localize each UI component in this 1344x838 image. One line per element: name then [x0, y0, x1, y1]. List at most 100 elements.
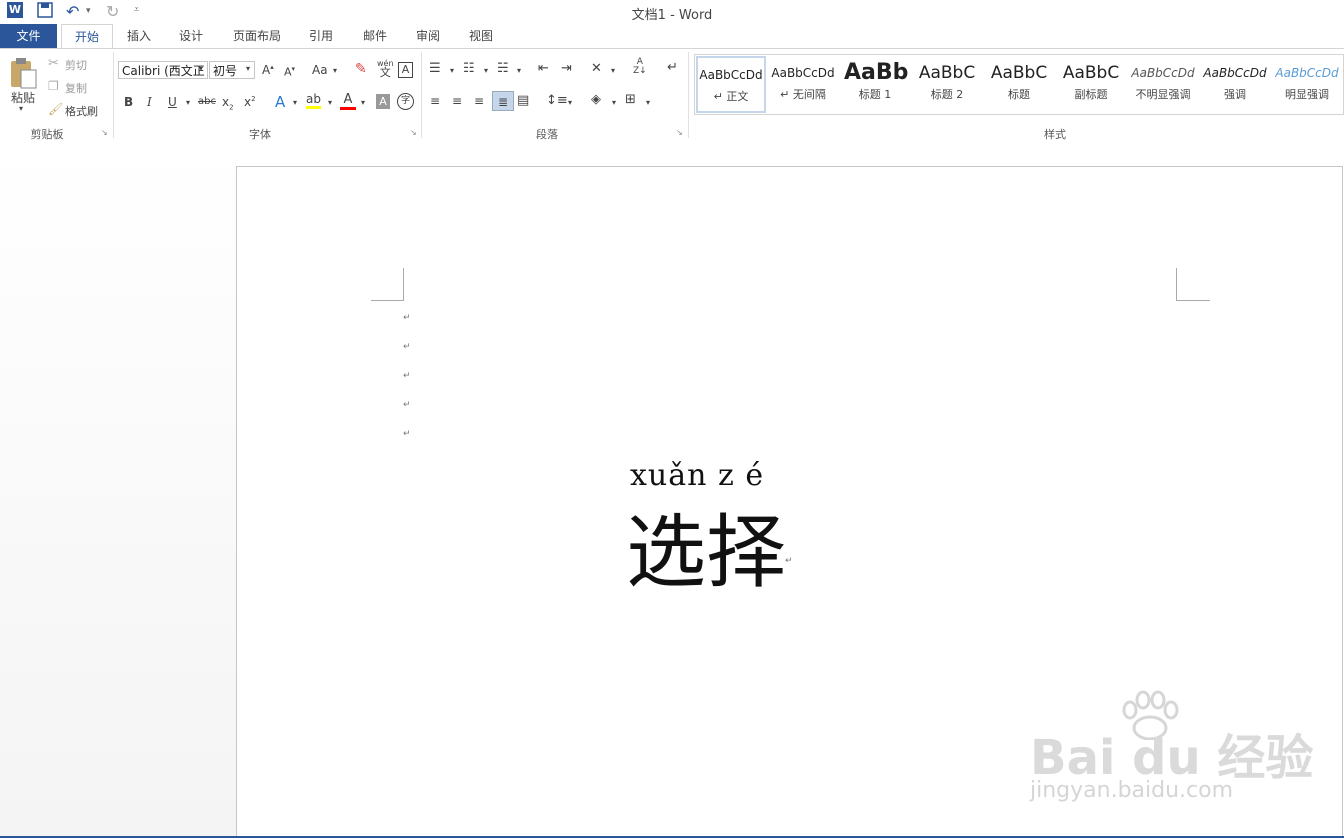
shading-icon[interactable]: ◈: [591, 92, 601, 107]
borders-dropdown-icon[interactable]: ▾: [646, 98, 650, 107]
font-color-dropdown-icon[interactable]: ▾: [361, 98, 365, 107]
highlight-dropdown-icon[interactable]: ▾: [328, 98, 332, 107]
numbering-dropdown-icon[interactable]: ▾: [484, 66, 488, 75]
shading-dropdown-icon[interactable]: ▾: [612, 98, 616, 107]
paragraph-launcher-icon[interactable]: ↘: [676, 128, 683, 137]
copy-button[interactable]: 复制: [65, 80, 87, 96]
numbering-icon[interactable]: ☷: [463, 61, 475, 76]
copy-icon: ❐: [48, 79, 59, 93]
style-sample: AaBb: [844, 60, 908, 85]
align-center-icon[interactable]: ≡: [452, 94, 462, 108]
change-case-dropdown-icon[interactable]: ▾: [333, 66, 337, 75]
group-divider: [688, 52, 689, 138]
style-emphasis[interactable]: AaBbCcDd 强调: [1200, 56, 1270, 113]
cut-button[interactable]: 剪切: [65, 57, 87, 73]
paragraph-mark: ↵: [403, 400, 411, 410]
strikethrough-icon[interactable]: abc: [198, 96, 216, 107]
format-painter-button[interactable]: 格式刷: [65, 103, 98, 119]
style-subtle-emphasis[interactable]: AaBbCcDd 不明显强调: [1128, 56, 1198, 113]
tab-references[interactable]: 引用: [300, 24, 342, 48]
styles-group-label: 样式: [1044, 128, 1066, 141]
distributed-icon[interactable]: ▤: [517, 93, 529, 108]
decrease-indent-icon[interactable]: ⇤: [538, 61, 549, 76]
paste-icon[interactable]: [8, 56, 38, 90]
tab-design[interactable]: 设计: [170, 24, 212, 48]
baidu-watermark: Bai du 经验 jingyan.baidu.com: [1030, 690, 1313, 810]
clipboard-launcher-icon[interactable]: ↘: [101, 128, 108, 137]
increase-indent-icon[interactable]: ⇥: [561, 61, 572, 76]
style-name: 明显强调: [1285, 88, 1329, 101]
font-name-dropdown-icon[interactable]: ▾: [199, 64, 203, 73]
show-marks-icon[interactable]: ↵: [667, 60, 678, 75]
paragraph-mark: ↵: [403, 371, 411, 381]
font-color-icon[interactable]: A: [340, 92, 356, 110]
chinese-layout-icon[interactable]: ✕: [591, 61, 602, 76]
style-name: ↵ 正文: [713, 90, 749, 103]
grow-font-icon[interactable]: A▴: [262, 63, 274, 77]
margin-corner-top-right: [1176, 268, 1210, 301]
paragraph-mark: ↵: [403, 313, 411, 323]
paste-dropdown-icon[interactable]: ▾: [19, 104, 23, 113]
style-name: 副标题: [1074, 88, 1108, 101]
paragraph-end-mark: ↵: [785, 556, 793, 566]
shrink-font-icon[interactable]: A▾: [284, 65, 295, 79]
justify-icon[interactable]: ≣: [492, 91, 514, 111]
phonetic-guide-button[interactable]: wén 文: [377, 59, 394, 78]
text-effects-dropdown-icon[interactable]: ▾: [293, 98, 297, 107]
paragraph-group-label: 段落: [536, 128, 558, 141]
style-sample: AaBbCcDd: [1203, 66, 1267, 80]
multilevel-list-icon[interactable]: ☵: [497, 61, 509, 76]
superscript-icon[interactable]: x2: [244, 95, 256, 109]
sort-icon[interactable]: A Z↓: [633, 58, 647, 76]
group-divider: [421, 52, 422, 138]
line-spacing-dropdown-icon[interactable]: ▾: [568, 98, 572, 107]
style-subtitle[interactable]: AaBbC 副标题: [1056, 56, 1126, 113]
change-case-button[interactable]: Aa: [312, 63, 328, 77]
bullets-dropdown-icon[interactable]: ▾: [450, 66, 454, 75]
tab-review[interactable]: 审阅: [407, 24, 449, 48]
style-no-spacing[interactable]: AaBbCcDd ↵ 无间隔: [768, 56, 838, 113]
multilevel-list-dropdown-icon[interactable]: ▾: [517, 66, 521, 75]
style-heading-2[interactable]: AaBbC 标题 2: [912, 56, 982, 113]
underline-icon[interactable]: U: [168, 95, 177, 109]
clear-formatting-icon[interactable]: ✎: [355, 61, 367, 77]
font-name-box[interactable]: Calibri (西文正: [118, 61, 208, 79]
character-border-icon[interactable]: A: [398, 62, 413, 78]
borders-icon[interactable]: ⊞: [625, 92, 636, 107]
style-sample: AaBbCcDd: [1275, 66, 1339, 80]
tab-file[interactable]: 文件: [0, 24, 57, 48]
phonetic-guide-bottom: 文: [379, 66, 391, 79]
line-spacing-icon[interactable]: ↕≡: [546, 93, 568, 108]
tab-home[interactable]: 开始: [61, 24, 113, 49]
align-right-icon[interactable]: ≡: [474, 94, 484, 108]
style-normal[interactable]: AaBbCcDd ↵ 正文: [696, 56, 766, 113]
highlight-icon[interactable]: ab: [306, 92, 321, 109]
watermark-url: jingyan.baidu.com: [1030, 778, 1234, 803]
ribbon-tabs: 文件 开始 插入 设计 页面布局 引用 邮件 审阅 视图: [0, 24, 1344, 49]
font-size-dropdown-icon[interactable]: ▾: [246, 64, 250, 73]
underline-dropdown-icon[interactable]: ▾: [186, 98, 190, 107]
enclose-characters-icon[interactable]: 字: [397, 93, 414, 110]
bold-icon[interactable]: B: [124, 95, 133, 109]
align-left-icon[interactable]: ≡: [430, 94, 440, 108]
title-bar: W ↶ ▾ ↻ ⩡ 文档1 - Word: [0, 0, 1344, 24]
chinese-layout-dropdown-icon[interactable]: ▾: [611, 66, 615, 75]
bullets-icon[interactable]: ☰: [429, 61, 441, 76]
italic-icon[interactable]: I: [147, 95, 152, 109]
style-name: ↵ 无间隔: [780, 88, 826, 101]
style-intense-emphasis[interactable]: AaBbCcDd 明显强调: [1272, 56, 1342, 113]
style-sample: AaBbCcDd: [1131, 66, 1195, 80]
character-shading-icon[interactable]: A: [376, 94, 390, 109]
style-sample: AaBbCcDd: [771, 66, 835, 80]
tab-insert[interactable]: 插入: [118, 24, 160, 48]
text-effects-icon[interactable]: A: [275, 93, 285, 111]
tab-view[interactable]: 视图: [460, 24, 502, 48]
left-margin-background: [0, 143, 236, 838]
subscript-icon[interactable]: x2: [222, 95, 234, 111]
chinese-text[interactable]: 选择: [626, 488, 786, 604]
style-title[interactable]: AaBbC 标题: [984, 56, 1054, 113]
style-heading-1[interactable]: AaBb 标题 1: [840, 56, 910, 113]
font-launcher-icon[interactable]: ↘: [410, 128, 417, 137]
tab-page-layout[interactable]: 页面布局: [226, 24, 288, 48]
tab-mailings[interactable]: 邮件: [354, 24, 396, 48]
